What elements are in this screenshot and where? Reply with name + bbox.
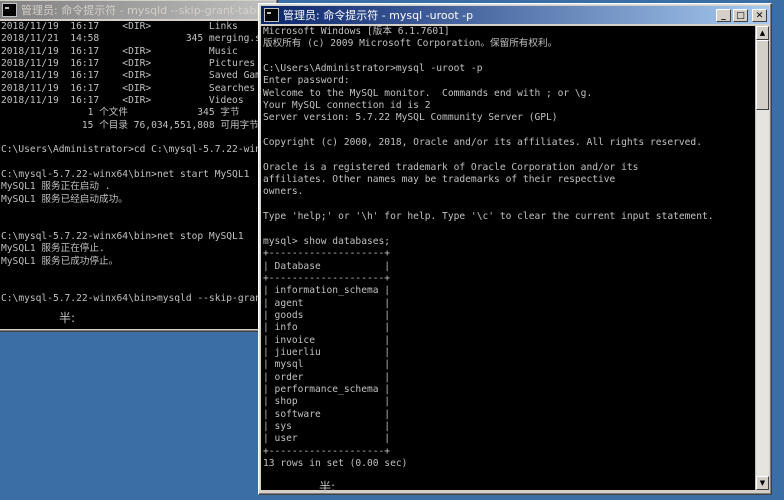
console-line: 2018/11/21 14:58 345 merging.sql <box>1 33 273 45</box>
console-line: | invoice | <box>263 334 391 346</box>
console-line: +--------------------+ <box>263 248 391 260</box>
console-line: Type 'help;' or '\h' for help. Type '\c'… <box>263 211 714 223</box>
vertical-scrollbar[interactable]: ▲ ▼ <box>755 26 769 490</box>
console-line: Welcome to the MySQL monitor. Commands e… <box>263 87 593 99</box>
console-line: Microsoft Windows [版本 6.1.7601] <box>263 26 450 37</box>
console-line: | agent | <box>263 297 391 309</box>
console-line: | order | <box>263 371 391 383</box>
console-line: MySQL1 服务已经启动成功。 <box>1 193 128 205</box>
scroll-up-button[interactable]: ▲ <box>756 26 769 40</box>
front-console-window[interactable]: 管理员: 命令提示符 - mysql -uroot -p _ □ ✕ Micro… <box>258 3 772 495</box>
back-window-title: 管理员: 命令提示符 - mysqld --skip-grant-tables <box>21 4 272 17</box>
front-ime-indicator: 半: <box>319 480 336 494</box>
console-line: | information_schema | <box>263 285 391 297</box>
console-line: Enter password: <box>263 75 350 87</box>
scrollbar-thumb[interactable] <box>756 40 769 110</box>
console-line: 2018/11/19 16:17 <DIR> Music <box>1 45 238 57</box>
console-line: | info | <box>263 322 391 334</box>
console-line: Server version: 5.7.22 MySQL Community S… <box>263 112 558 124</box>
minimize-icon: _ <box>721 10 726 21</box>
console-line: C:\mysql-5.7.22-winx64\bin>net start MyS… <box>1 169 250 181</box>
console-line: 15 个目录 76,034,551,808 可用字节 <box>1 119 259 131</box>
console-line: 2018/11/19 16:17 <DIR> Videos <box>1 95 244 107</box>
back-console-window[interactable]: 管理员: 命令提示符 - mysqld --skip-grant-tables … <box>0 0 278 332</box>
console-line: affiliates. Other names may be trademark… <box>263 174 616 186</box>
maximize-button[interactable]: □ <box>733 8 748 22</box>
cmd-icon[interactable] <box>2 3 17 17</box>
console-line: | jiuerliu | <box>263 346 391 358</box>
close-button[interactable]: ✕ <box>752 8 767 22</box>
back-ime-indicator: 半: <box>59 311 76 325</box>
console-line: 2018/11/19 16:17 <DIR> Links <box>1 21 238 32</box>
front-console-output[interactable]: Microsoft Windows [版本 6.1.7601] 版权所有 (c) … <box>261 26 755 490</box>
console-line: MySQL1 服务已成功停止。 <box>1 255 119 267</box>
console-line: | sys | <box>263 421 391 432</box>
console-line: | Database | <box>263 260 391 272</box>
scroll-down-arrow-icon: ▼ <box>759 479 766 487</box>
console-line: 2018/11/19 16:17 <DIR> Pictures <box>1 58 256 70</box>
console-line: Your MySQL connection id is 2 <box>263 100 431 112</box>
console-line: | mysql | <box>263 359 391 371</box>
console-line: C:\Users\Administrator>cd C:\mysql-5.7.2… <box>1 144 277 156</box>
console-line: MySQL1 服务正在启动 . <box>1 181 111 193</box>
console-line: +--------------------+ <box>263 445 391 457</box>
console-line: C:\Users\Administrator>mysql -uroot -p <box>263 63 483 75</box>
console-line: 2018/11/19 16:17 <DIR> Searches <box>1 82 256 94</box>
console-line: | shop | <box>263 396 391 408</box>
close-icon: ✕ <box>755 10 764 21</box>
console-line: 13 rows in set (0.00 sec) <box>263 458 408 470</box>
back-console-output[interactable]: 2018/11/19 16:17 <DIR> Links 2018/11/21 1… <box>0 21 277 329</box>
console-line: MySQL1 服务正在停止. <box>1 243 105 255</box>
console-line: C:\mysql-5.7.22-winx64\bin>mysqld --skip… <box>1 292 277 304</box>
console-line: | software | <box>263 408 391 420</box>
scroll-up-arrow-icon: ▲ <box>759 29 766 37</box>
console-line: | user | <box>263 433 391 445</box>
scroll-down-button[interactable]: ▼ <box>756 476 769 490</box>
front-window-titlebar[interactable]: 管理员: 命令提示符 - mysql -uroot -p _ □ ✕ <box>261 6 769 24</box>
console-line: | performance_schema | <box>263 383 391 395</box>
console-line: | goods | <box>263 309 391 321</box>
console-line: owners. <box>263 186 304 198</box>
console-line: 1 个文件 345 字节 <box>1 107 240 119</box>
console-line: Copyright (c) 2000, 2018, Oracle and/or … <box>263 137 702 149</box>
console-line: C:\mysql-5.7.22-winx64\bin>net stop MySQ… <box>1 230 244 242</box>
console-line: +--------------------+ <box>263 272 391 284</box>
front-window-title: 管理员: 命令提示符 - mysql -uroot -p <box>283 9 474 22</box>
console-line: mysql> show databases; <box>263 235 391 247</box>
back-window-titlebar[interactable]: 管理员: 命令提示符 - mysqld --skip-grant-tables <box>0 1 275 19</box>
cmd-icon[interactable] <box>264 8 279 22</box>
console-line: Oracle is a registered trademark of Orac… <box>263 161 639 173</box>
console-line: 2018/11/19 16:17 <DIR> Saved Games <box>1 70 273 82</box>
maximize-icon: □ <box>736 10 745 21</box>
minimize-button[interactable]: _ <box>716 8 731 22</box>
console-line: 版权所有 (c) 2009 Microsoft Corporation。保留所有… <box>263 38 558 50</box>
